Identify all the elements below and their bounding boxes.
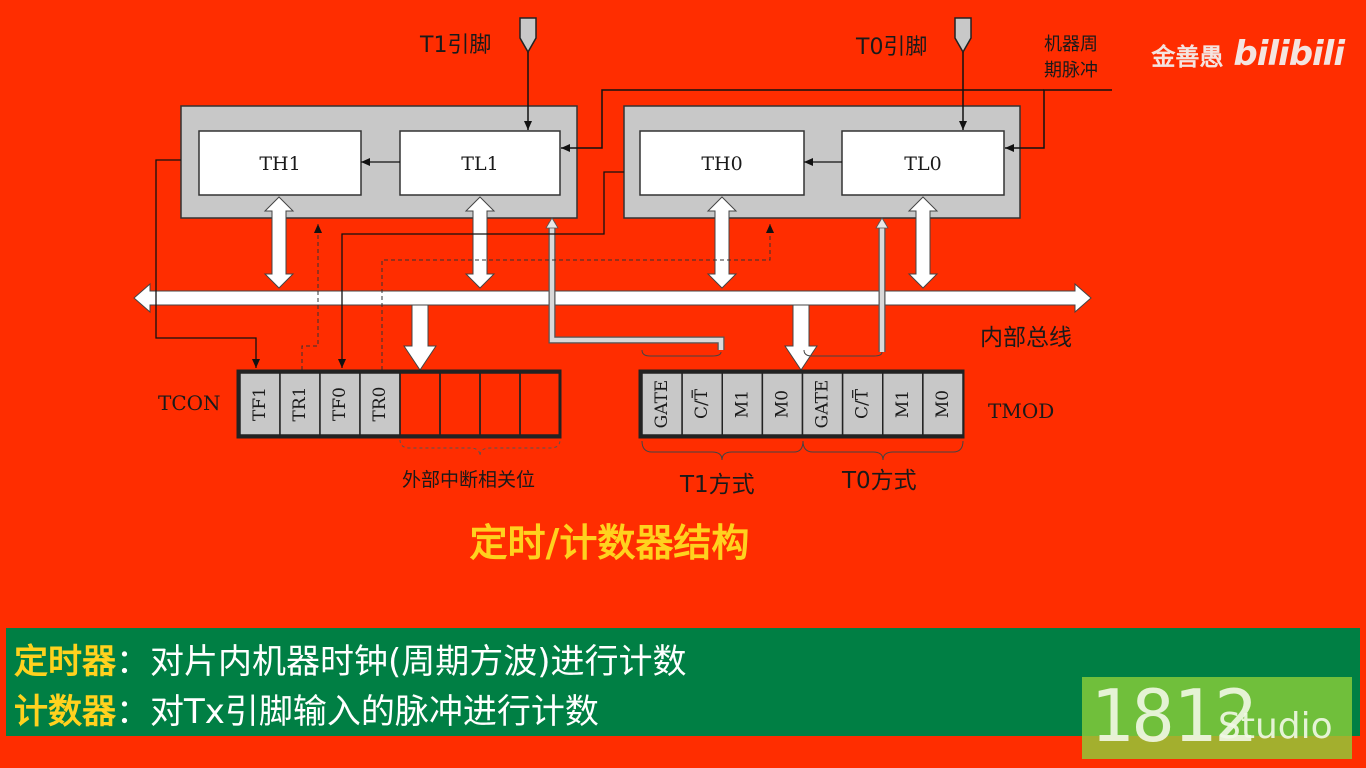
tmod-label: TMOD [988,399,1054,423]
tcon-bit-cell [439,372,481,436]
definition-timer: 定时器：对片内机器时钟(周期方波)进行计数 [14,634,687,683]
tcon-note: 外部中断相关位 [402,469,535,491]
machine-cycle-label-2: 期脉冲 [1044,60,1098,81]
tmod-bit-label: GATE [652,380,672,429]
counter-sep: ： [116,692,150,732]
tcon-bit-label: TF0 [330,387,350,421]
tcon-label: TCON [158,391,221,415]
tmod-bit-label: GATE [813,380,833,429]
tmod-bit-label: C/T [853,388,873,419]
diagram-title: 定时/计数器结构 [469,521,750,565]
definition-counter: 计数器：对Tx引脚输入的脉冲进行计数 [14,684,599,733]
tmod-bit-label: M1 [893,390,913,418]
t0-mode-label: T0方式 [841,468,917,494]
tcon-register: TCON TF1 TR1 TF0 TR0 外部中断相关位 [158,369,562,491]
timer-text: 对片内机器时钟(周期方波)进行计数 [150,642,687,682]
timer1-panel: TH1 TL1 [180,105,578,219]
tcon-bit-label: TR0 [370,387,390,422]
machine-cycle-label-1: 机器周 [1044,34,1098,55]
tmod-bit-label: M0 [772,390,792,418]
tl1-label: TL1 [461,153,498,175]
t1-pin-label: T1引脚 [419,33,491,58]
tcon-bit-cell [519,372,561,436]
t1-mode-label: T1方式 [679,472,755,498]
th0-label: TH0 [701,153,742,175]
timer0-panel: TH0 TL0 [623,105,1021,219]
tmod-register: TMOD GATE C/T M1 M0 GATE C/T M1 M0 T1方式 T0方式 [638,349,1054,498]
tmod-bit-label: M1 [732,390,752,418]
counter-text: 对Tx引脚输入的脉冲进行计数 [150,692,599,732]
bilibili-logo: bilibili [1233,34,1345,74]
tl0-label: TL0 [904,153,941,175]
tcon-bit-label: TR1 [290,387,310,422]
machine-cycle-input: 机器周 期脉冲 [1005,34,1112,152]
tmod-bit-label: M0 [933,390,953,418]
th1-label: TH1 [259,153,300,175]
tmod-bit-label: C/T [692,388,712,419]
counter-term: 计数器 [14,692,116,732]
timer-term: 定时器 [14,642,116,682]
studio-word: Studio [1218,706,1333,747]
timer-sep: ： [116,642,150,682]
tcon-bit-label: TF1 [250,387,270,421]
tcon-bit-cell [399,372,441,436]
watermark: 金善愚 bilibili [1151,34,1345,74]
watermark-author: 金善愚 [1151,42,1224,71]
tcon-bit-cell [479,372,521,436]
bus-label: 内部总线 [980,325,1072,351]
t0-pin-label: T0引脚 [855,35,927,60]
